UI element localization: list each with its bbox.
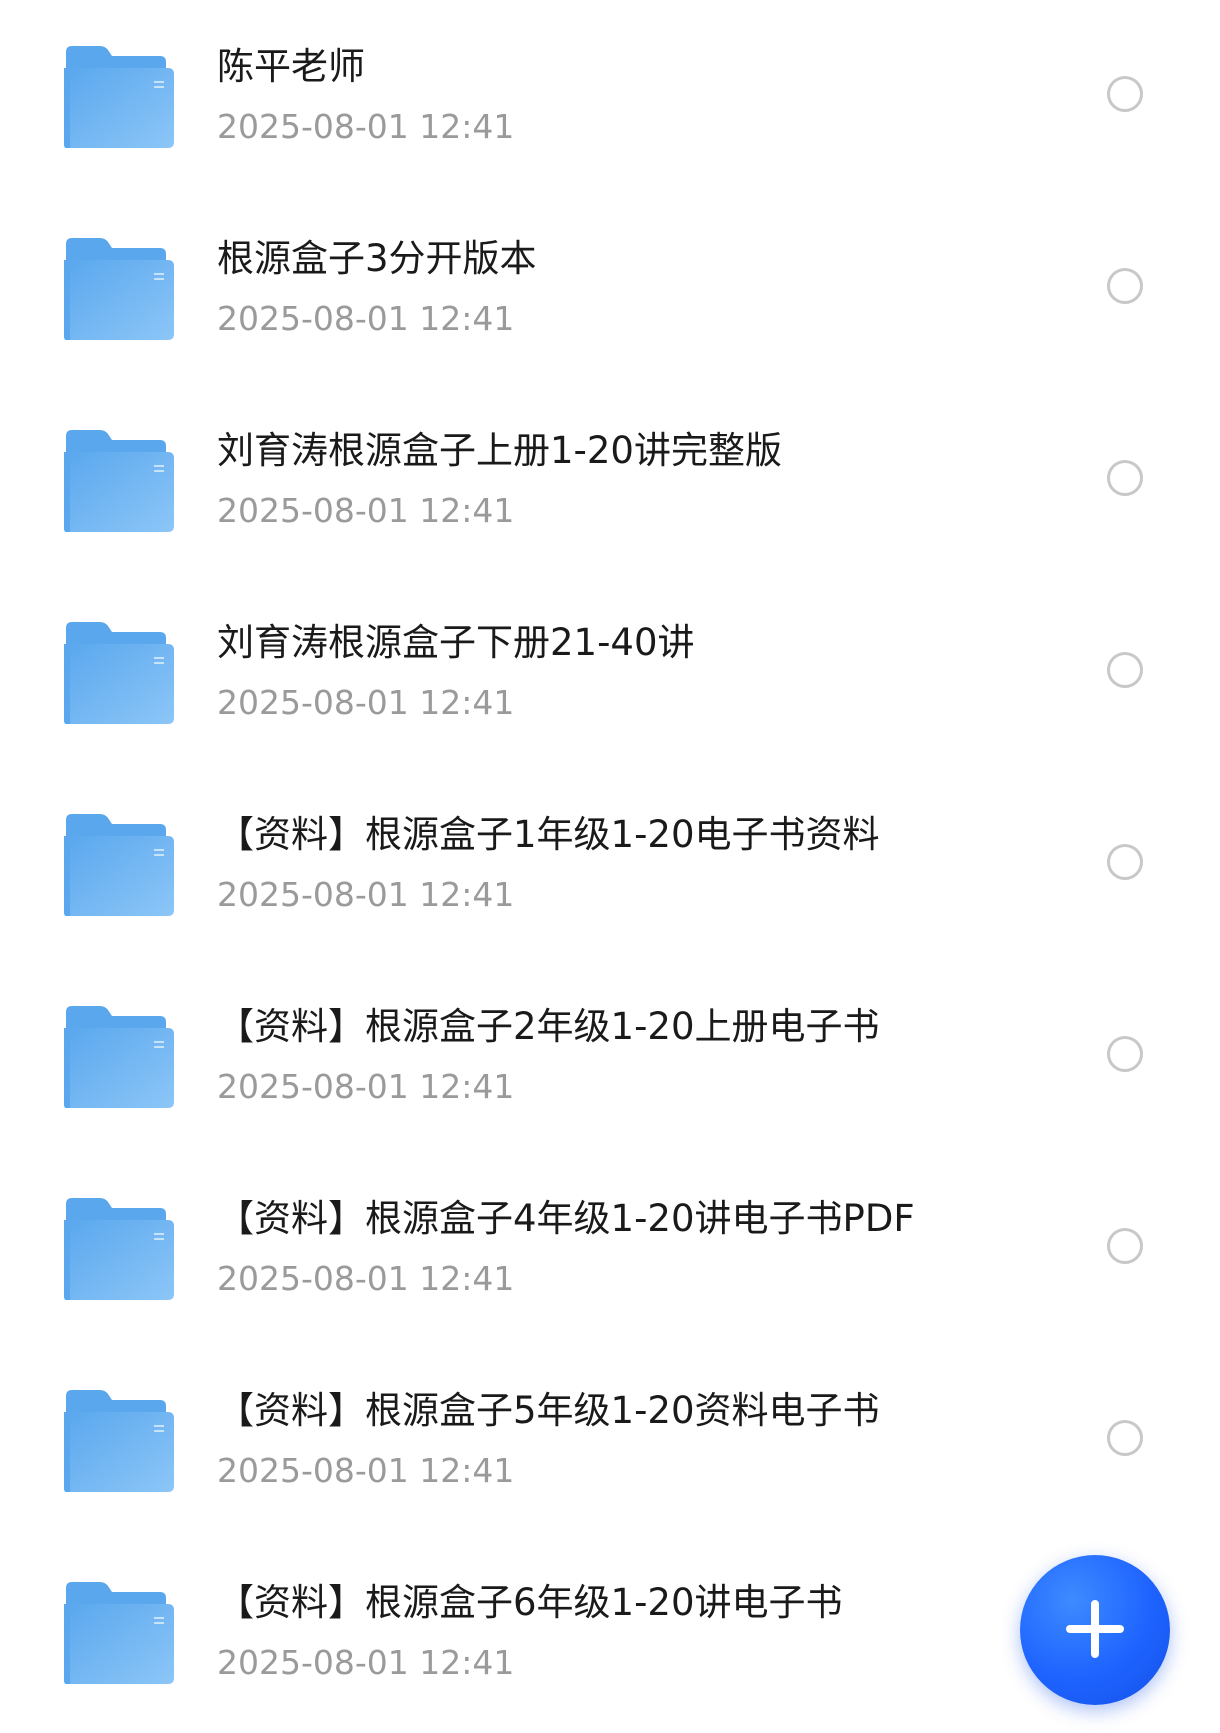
- file-row[interactable]: 【资料】根源盒子4年级1-20讲电子书PDF 2025-08-01 12:41: [0, 1152, 1220, 1302]
- folder-icon: [64, 814, 174, 916]
- file-name: 【资料】根源盒子1年级1-20电子书资料: [217, 813, 880, 856]
- file-date: 2025-08-01 12:41: [217, 1643, 515, 1682]
- file-name: 刘育涛根源盒子下册21-40讲: [217, 621, 695, 664]
- plus-icon: [1091, 1600, 1099, 1658]
- file-name: 【资料】根源盒子2年级1-20上册电子书: [217, 1005, 880, 1048]
- file-row[interactable]: 根源盒子3分开版本 2025-08-01 12:41: [0, 192, 1220, 342]
- radio-unchecked-icon[interactable]: [1107, 268, 1143, 304]
- file-name: 【资料】根源盒子5年级1-20资料电子书: [217, 1389, 880, 1432]
- radio-unchecked-icon[interactable]: [1107, 652, 1143, 688]
- file-row[interactable]: 【资料】根源盒子2年级1-20上册电子书 2025-08-01 12:41: [0, 960, 1220, 1110]
- folder-icon: [64, 430, 174, 532]
- folder-icon: [64, 238, 174, 340]
- folder-icon: [64, 1390, 174, 1492]
- file-name: 根源盒子3分开版本: [217, 237, 537, 280]
- folder-icon: [64, 622, 174, 724]
- file-row[interactable]: 陈平老师 2025-08-01 12:41: [0, 0, 1220, 150]
- folder-icon: [64, 1198, 174, 1300]
- file-name: 【资料】根源盒子6年级1-20讲电子书: [217, 1581, 843, 1624]
- file-date: 2025-08-01 12:41: [217, 1451, 515, 1490]
- folder-icon: [64, 1006, 174, 1108]
- radio-unchecked-icon[interactable]: [1107, 1036, 1143, 1072]
- file-row[interactable]: 刘育涛根源盒子下册21-40讲 2025-08-01 12:41: [0, 576, 1220, 726]
- radio-unchecked-icon[interactable]: [1107, 1228, 1143, 1264]
- file-date: 2025-08-01 12:41: [217, 1067, 515, 1106]
- radio-unchecked-icon[interactable]: [1107, 844, 1143, 880]
- file-name: 刘育涛根源盒子上册1-20讲完整版: [217, 429, 782, 472]
- file-date: 2025-08-01 12:41: [217, 875, 515, 914]
- file-row[interactable]: 【资料】根源盒子1年级1-20电子书资料 2025-08-01 12:41: [0, 768, 1220, 918]
- add-button[interactable]: [1020, 1555, 1170, 1705]
- radio-unchecked-icon[interactable]: [1107, 460, 1143, 496]
- folder-icon: [64, 46, 174, 148]
- file-name: 【资料】根源盒子4年级1-20讲电子书PDF: [217, 1197, 915, 1240]
- radio-unchecked-icon[interactable]: [1107, 76, 1143, 112]
- file-date: 2025-08-01 12:41: [217, 1259, 515, 1298]
- file-name: 陈平老师: [217, 45, 365, 88]
- folder-icon: [64, 1582, 174, 1684]
- file-date: 2025-08-01 12:41: [217, 491, 515, 530]
- file-row[interactable]: 【资料】根源盒子5年级1-20资料电子书 2025-08-01 12:41: [0, 1344, 1220, 1494]
- file-row[interactable]: 刘育涛根源盒子上册1-20讲完整版 2025-08-01 12:41: [0, 384, 1220, 534]
- file-date: 2025-08-01 12:41: [217, 683, 515, 722]
- file-date: 2025-08-01 12:41: [217, 299, 515, 338]
- radio-unchecked-icon[interactable]: [1107, 1420, 1143, 1456]
- file-date: 2025-08-01 12:41: [217, 107, 515, 146]
